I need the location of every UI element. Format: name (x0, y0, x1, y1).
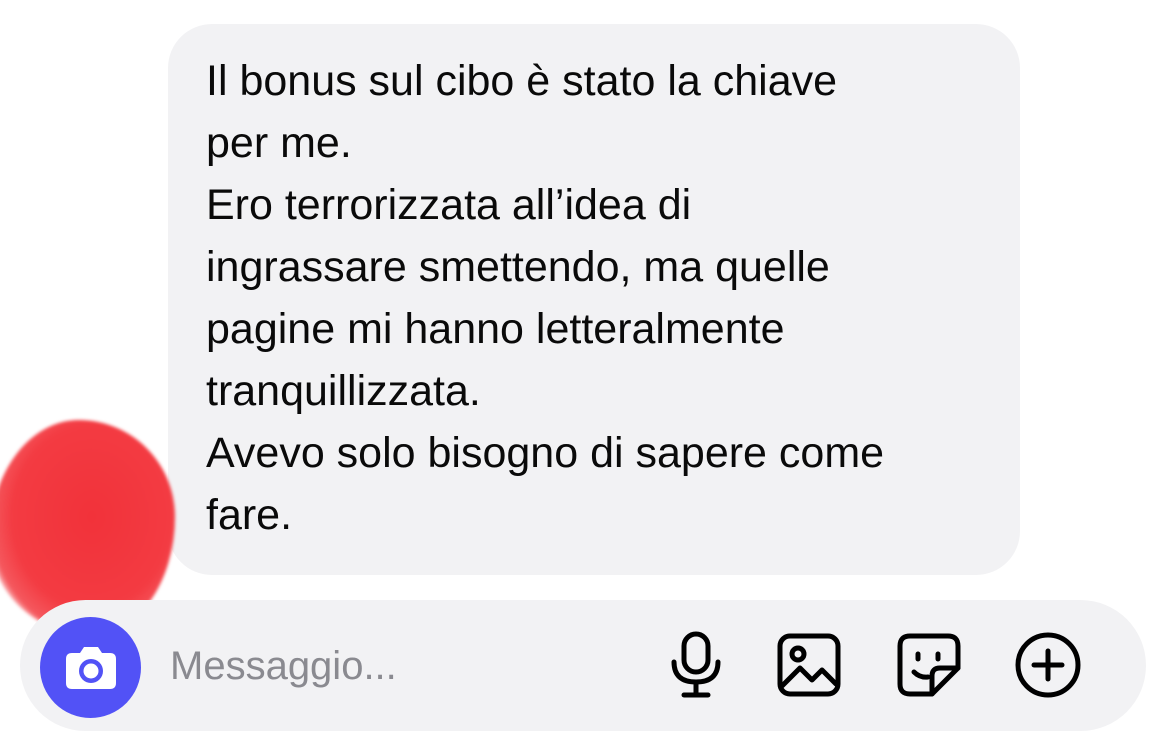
sticker-button[interactable] (894, 630, 964, 700)
message-paragraph: Il bonus sul cibo è stato la chiave per … (206, 57, 838, 167)
message-input[interactable]: Messaggio... (170, 638, 397, 694)
gallery-button[interactable] (774, 630, 844, 700)
microphone-icon (671, 631, 721, 698)
image-icon (777, 633, 841, 697)
camera-icon (65, 646, 116, 689)
received-message-bubble: Il bonus sul cibo è stato la chiave per … (168, 24, 1020, 575)
more-options-button[interactable] (1013, 630, 1083, 700)
sticker-icon (897, 633, 961, 697)
plus-circle-icon (1015, 632, 1081, 698)
message-paragraph: Ero terrorizzata all’idea di ingrassare … (206, 181, 830, 415)
message-paragraph: Avevo solo bisogno di sapere come fare. (206, 429, 885, 539)
camera-button[interactable] (40, 617, 141, 718)
voice-message-button[interactable] (661, 630, 731, 700)
